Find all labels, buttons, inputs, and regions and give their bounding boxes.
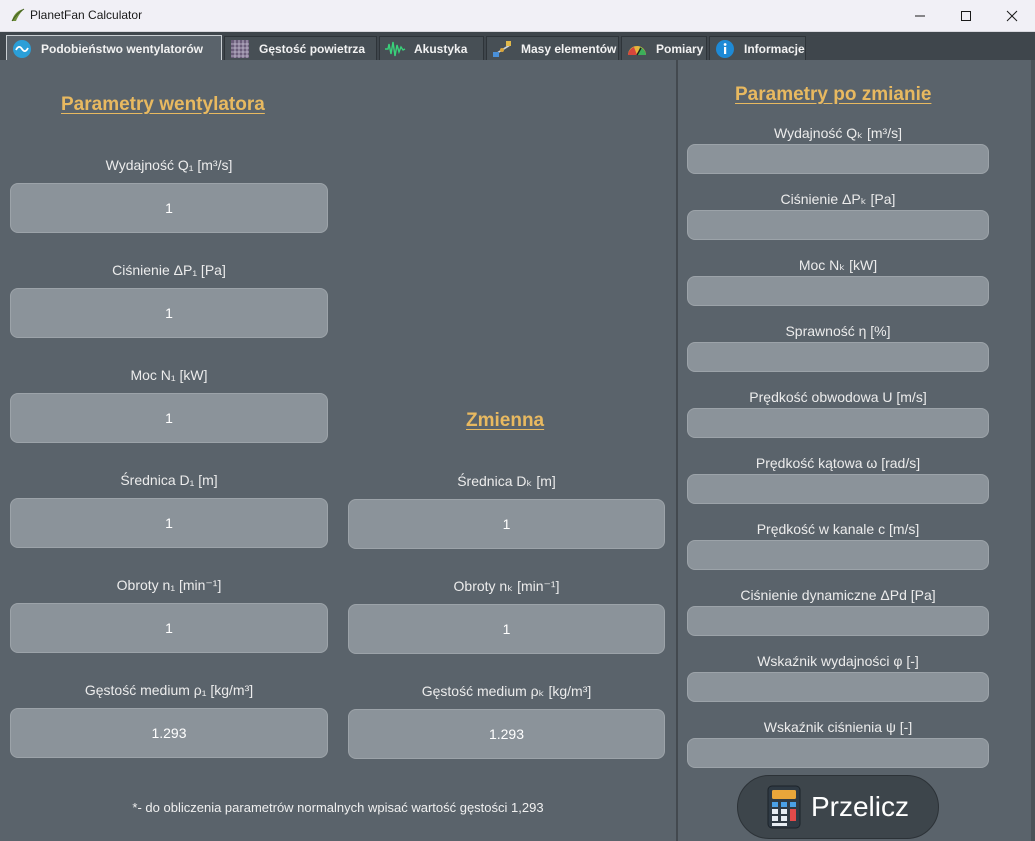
grid-icon [229,39,251,59]
tab-label: Gęstość powietrza [259,41,366,56]
variable-density-label: Gęstość medium ρₖ [kg/m³] [421,683,592,699]
tab-label: Informacje [744,41,805,56]
calculator-icon [767,785,801,829]
variable-diameter-input[interactable]: 1 [348,499,665,549]
tab-element-masses[interactable]: Masy elementów [486,36,619,60]
results-heading: Parametry po zmianie [735,84,932,105]
result-power-label: Moc Nₖ [kW] [798,257,878,273]
result-dynamic-pressure-field[interactable] [687,606,989,636]
minimize-icon [915,15,925,17]
tab-label: Pomiary [656,41,704,56]
power-label: Moc N₁ [kW] [130,367,208,383]
fan-params-heading: Parametry wentylatora [61,94,265,115]
tab-air-density[interactable]: Gęstość powietrza [224,36,377,60]
pressure-label: Ciśnienie ΔP₁ [Pa] [112,262,226,278]
result-efficiency-label: Sprawność η [%] [785,323,891,339]
tab-acoustics[interactable]: Akustyka [379,36,484,60]
minimize-button[interactable] [897,0,943,32]
result-pressure-field[interactable] [687,210,989,240]
tab-measurements[interactable]: Pomiary [621,36,707,60]
result-angular-speed-label: Prędkość kątowa ω [rad/s] [755,455,921,471]
tab-label: Podobieństwo wentylatorów [41,41,204,56]
result-flow-coefficient-field[interactable] [687,672,989,702]
result-duct-speed-label: Prędkość w kanale c [m/s] [756,521,920,537]
result-flow-field[interactable] [687,144,989,174]
density-footnote: *- do obliczenia parametrów normalnych w… [132,800,544,815]
result-angular-speed-field[interactable] [687,474,989,504]
result-pressure-coefficient-field[interactable] [687,738,989,768]
tab-label: Akustyka [414,41,468,56]
tab-bar: Podobieństwo wentylatorów Gęstość powiet… [0,32,1035,61]
result-dynamic-pressure-label: Ciśnienie dynamiczne ΔPd [Pa] [740,587,936,603]
tab-label: Masy elementów [521,41,617,56]
density-input[interactable]: 1.293 [10,708,328,758]
variable-density-input[interactable]: 1.293 [348,709,665,759]
close-icon [1006,10,1018,22]
app-leaf-icon [11,8,25,22]
result-tip-speed-field[interactable] [687,408,989,438]
variable-speed-label: Obroty nₖ [min⁻¹] [453,578,560,594]
result-power-field[interactable] [687,276,989,306]
title-bar: PlanetFan Calculator [0,0,1035,32]
flow-label: Wydajność Q₁ [m³/s] [105,157,233,173]
speed-label: Obroty n₁ [min⁻¹] [116,577,222,593]
right-edge [1031,60,1035,841]
maximize-button[interactable] [943,0,989,32]
variable-speed-input[interactable]: 1 [348,604,665,654]
power-input[interactable]: 1 [10,393,328,443]
result-duct-speed-field[interactable] [687,540,989,570]
maximize-icon [961,11,971,21]
tab-information[interactable]: Informacje [709,36,806,60]
window-title: PlanetFan Calculator [30,8,143,22]
density-label: Gęstość medium ρ₁ [kg/m³] [84,682,254,698]
diameter-label: Średnica D₁ [m] [120,472,218,488]
variable-heading: Zmienna [466,410,545,431]
diameter-input[interactable]: 1 [10,498,328,548]
similarity-icon [11,39,33,59]
result-tip-speed-label: Prędkość obwodowa U [m/s] [749,389,927,405]
gauge-icon [626,39,648,59]
speed-input[interactable]: 1 [10,603,328,653]
result-flow-coefficient-label: Wskaźnik wydajności φ [-] [757,653,919,669]
result-pressure-label: Ciśnienie ΔPₖ [Pa] [780,191,896,207]
flow-input[interactable]: 1 [10,183,328,233]
scale-icon [491,39,513,59]
calculate-button-label: Przelicz [810,791,909,822]
result-flow-label: Wydajność Qₖ [m³/s] [774,125,902,141]
result-efficiency-field[interactable] [687,342,989,372]
result-pressure-coefficient-label: Wskaźnik ciśnienia ψ [-] [763,719,913,735]
tab-fan-similarity[interactable]: Podobieństwo wentylatorów [6,35,222,61]
waveform-icon [384,39,406,59]
variable-diameter-label: Średnica Dₖ [m] [457,473,556,489]
calculate-button[interactable]: Przelicz [737,775,939,839]
close-button[interactable] [989,0,1035,32]
pressure-input[interactable]: 1 [10,288,328,338]
info-icon [714,39,736,59]
